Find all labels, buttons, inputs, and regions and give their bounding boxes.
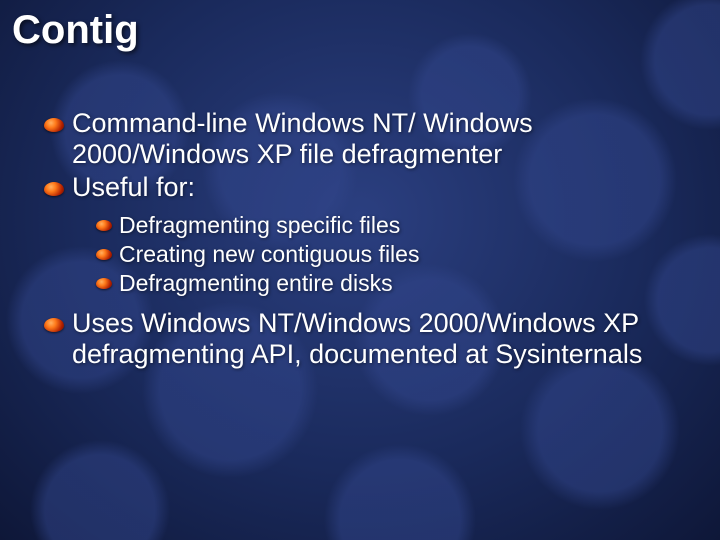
bullet-icon xyxy=(96,220,112,231)
sub-bullet-item: Creating new contiguous files xyxy=(96,241,680,268)
bullet-item: Uses Windows NT/Windows 2000/Windows XP … xyxy=(44,308,680,370)
bullet-text: Uses Windows NT/Windows 2000/Windows XP … xyxy=(72,308,680,370)
sub-bullet-text: Defragmenting entire disks xyxy=(119,270,393,297)
bullet-icon xyxy=(44,182,64,196)
sub-bullet-text: Creating new contiguous files xyxy=(119,241,419,268)
bullet-item: Command-line Windows NT/ Windows 2000/Wi… xyxy=(44,108,680,170)
slide-content: Command-line Windows NT/ Windows 2000/Wi… xyxy=(44,108,680,372)
sub-bullet-text: Defragmenting specific files xyxy=(119,212,400,239)
bullet-text: Useful for: xyxy=(72,172,195,203)
bullet-icon xyxy=(96,249,112,260)
bullet-item: Useful for: xyxy=(44,172,680,203)
sub-bullet-item: Defragmenting specific files xyxy=(96,212,680,239)
slide: Contig Command-line Windows NT/ Windows … xyxy=(0,0,720,540)
bullet-icon xyxy=(96,278,112,289)
sub-bullet-list: Defragmenting specific files Creating ne… xyxy=(96,212,680,296)
slide-title: Contig xyxy=(12,8,139,53)
bullet-icon xyxy=(44,118,64,132)
sub-bullet-item: Defragmenting entire disks xyxy=(96,270,680,297)
bullet-text: Command-line Windows NT/ Windows 2000/Wi… xyxy=(72,108,680,170)
bullet-icon xyxy=(44,318,64,332)
